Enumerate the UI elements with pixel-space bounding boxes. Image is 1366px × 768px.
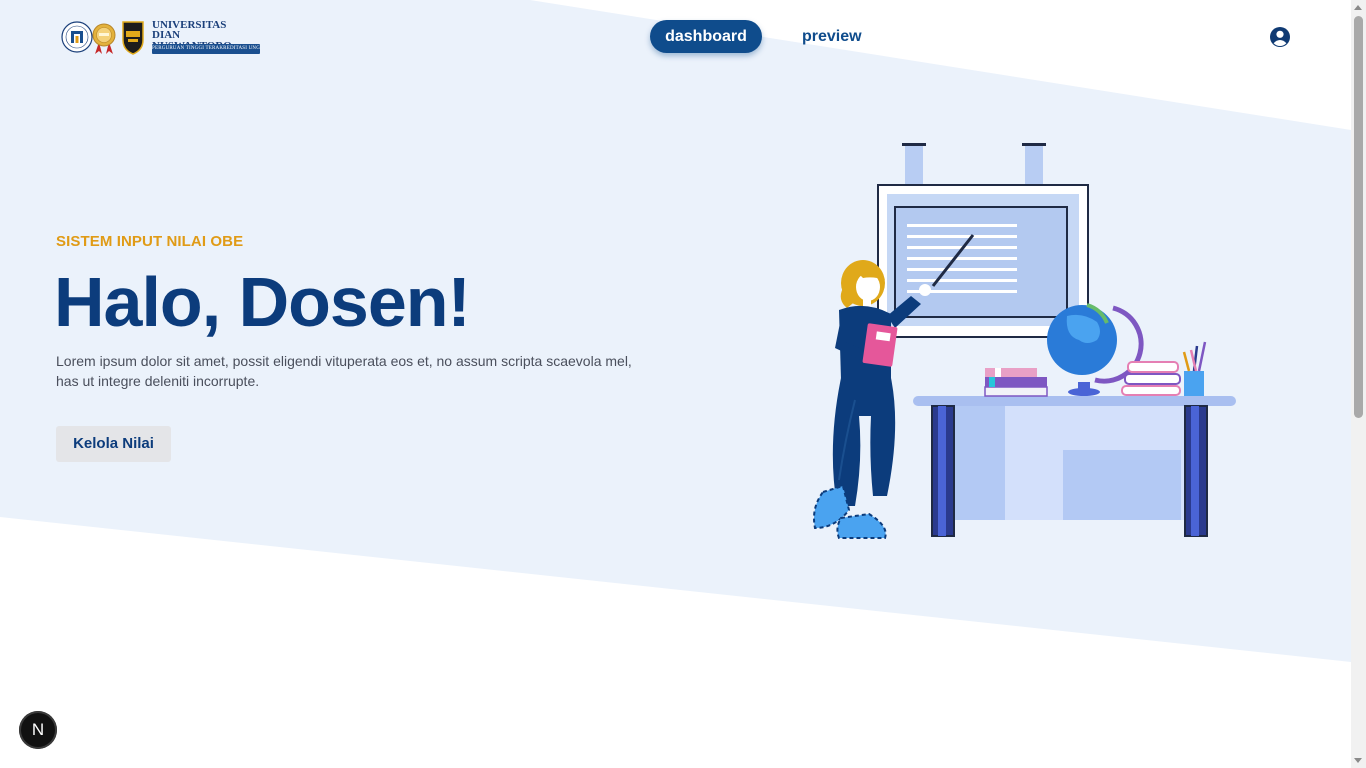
user-circle-icon[interactable] (1269, 26, 1291, 48)
university-logo[interactable]: UNIVERSITAS DIAN NUSWANTORO PERGURUAN TI… (60, 18, 262, 56)
nav-preview-link[interactable]: preview (802, 20, 862, 53)
top-navbar: UNIVERSITAS DIAN NUSWANTORO PERGURUAN TI… (0, 0, 1351, 75)
kelola-nilai-button[interactable]: Kelola Nilai (56, 426, 171, 462)
hero-eyebrow: SISTEM INPUT NILAI OBE (56, 233, 244, 250)
scroll-up-arrow-icon[interactable] (1354, 5, 1362, 10)
teacher-illustration (813, 143, 1236, 539)
scroll-down-arrow-icon[interactable] (1354, 758, 1362, 763)
hero-title: Halo, Dosen! (54, 263, 471, 341)
logo-tagline: PERGURUAN TINGGI TERAKREDITASI UNGGUL (152, 44, 260, 54)
page-scrollbar[interactable] (1351, 0, 1366, 768)
hero-description: Lorem ipsum dolor sit amet, possit elige… (56, 353, 632, 389)
scrollbar-thumb[interactable] (1354, 16, 1363, 418)
logo-emblems-icon (61, 21, 144, 55)
next-dev-badge[interactable]: N (19, 711, 57, 749)
nav-dashboard-button[interactable]: dashboard (650, 20, 762, 53)
